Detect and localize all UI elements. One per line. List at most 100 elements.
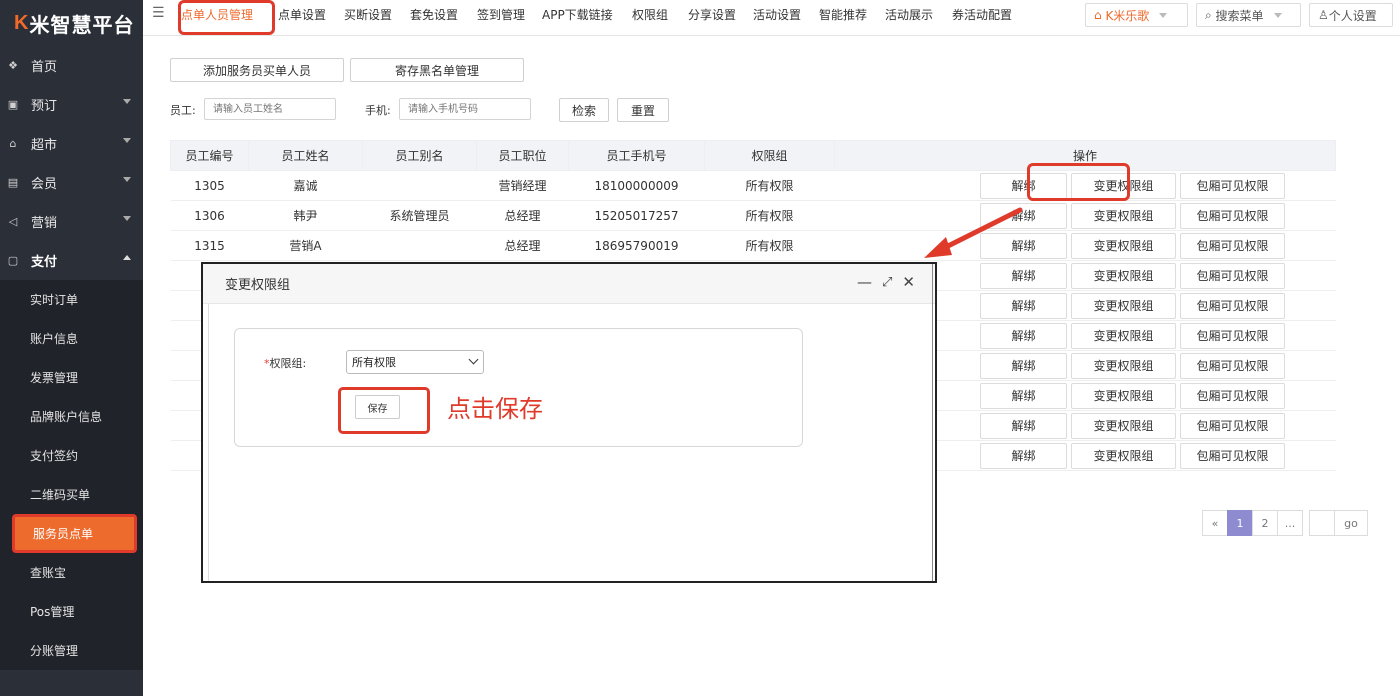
sidebar-item[interactable]: ▣ 预订 xyxy=(0,85,143,124)
permission-group-label: *权限组: xyxy=(264,355,306,371)
table-cell: 所有权限 xyxy=(704,170,835,201)
menu-toggle-icon[interactable]: ☰ xyxy=(152,5,165,21)
change-group-button[interactable]: 变更权限组 xyxy=(1071,232,1176,259)
sidebar-subitem[interactable]: 发票管理 xyxy=(0,358,143,397)
room-visibility-button[interactable]: 包厢可见权限 xyxy=(1180,442,1285,469)
top-tab[interactable]: 分享设置 xyxy=(688,6,736,23)
search-button[interactable]: 检索 xyxy=(559,98,609,122)
top-tab[interactable]: 套免设置 xyxy=(410,6,458,23)
sidebar-subitem[interactable]: 分账管理 xyxy=(0,631,143,670)
top-tab[interactable]: 权限组 xyxy=(632,6,668,23)
unbind-button[interactable]: 解绑 xyxy=(980,262,1067,289)
save-hint: 点击保存 xyxy=(447,395,543,423)
page-button[interactable]: 2 xyxy=(1252,510,1278,536)
change-group-button[interactable]: 变更权限组 xyxy=(1071,202,1176,229)
unbind-button[interactable]: 解绑 xyxy=(980,352,1067,379)
top-tab[interactable]: 签到管理 xyxy=(477,6,525,23)
sidebar-subitem[interactable]: 二维码买单 xyxy=(0,475,143,514)
sidebar-subitem[interactable]: 账户信息 xyxy=(0,319,143,358)
sidebar-subitem[interactable]: 服务员点单 xyxy=(12,514,137,553)
shop-icon: ⌂ xyxy=(9,137,17,150)
blacklist-button[interactable]: 寄存黑名单管理 xyxy=(350,58,524,82)
change-group-button[interactable]: 变更权限组 xyxy=(1071,382,1176,409)
top-tab[interactable]: APP下载链接 xyxy=(542,6,613,23)
room-visibility-button[interactable]: 包厢可见权限 xyxy=(1180,382,1285,409)
sidebar-subitem[interactable]: Pos管理 xyxy=(0,592,143,631)
change-group-button[interactable]: 变更权限组 xyxy=(1071,412,1176,439)
sidebar-item[interactable]: ❖ 首页 xyxy=(0,46,143,85)
menu-search[interactable]: ⌕ 搜索菜单 xyxy=(1196,3,1301,27)
unbind-button[interactable]: 解绑 xyxy=(980,412,1067,439)
sidebar-subitem[interactable]: 品牌账户信息 xyxy=(0,397,143,436)
top-tab[interactable]: 活动设置 xyxy=(753,6,801,23)
top-tab[interactable]: 买断设置 xyxy=(344,6,392,23)
save-button[interactable]: 保存 xyxy=(355,395,400,419)
page-jump-input[interactable] xyxy=(1309,510,1335,536)
top-tab[interactable]: 券活动配置 xyxy=(952,6,1012,23)
table-row: 1305 嘉诚 营销经理 18100000009 所有权限 解绑 变更权限组 包厢可见权限 xyxy=(170,170,1336,201)
sidebar-subitem[interactable]: 查账宝 xyxy=(0,553,143,592)
room-visibility-button[interactable]: 包厢可见权限 xyxy=(1180,412,1285,439)
change-group-button[interactable]: 变更权限组 xyxy=(1071,262,1176,289)
page-button[interactable]: 1 xyxy=(1227,510,1253,536)
room-visibility-button[interactable]: 包厢可见权限 xyxy=(1180,322,1285,349)
actions-cell: 解绑 变更权限组 包厢可见权限 xyxy=(834,200,1336,231)
unbind-button[interactable]: 解绑 xyxy=(980,382,1067,409)
minimize-icon[interactable]: — xyxy=(857,273,872,291)
phone-input[interactable] xyxy=(399,98,531,120)
table-cell: 韩尹 xyxy=(248,200,363,231)
col-header: 员工编号 xyxy=(170,140,249,171)
staff-name-input[interactable] xyxy=(204,98,336,120)
col-header: 员工职位 xyxy=(476,140,569,171)
table-cell: 系统管理员 xyxy=(362,200,477,231)
change-group-button[interactable]: 变更权限组 xyxy=(1071,292,1176,319)
room-visibility-button[interactable]: 包厢可见权限 xyxy=(1180,292,1285,319)
staff-filter-label: 员工: xyxy=(170,104,196,117)
sidebar-item[interactable]: ▢ 支付 xyxy=(0,241,143,280)
sidebar-subitem[interactable]: 支付签约 xyxy=(0,436,143,475)
maximize-icon[interactable]: ⤢ xyxy=(882,275,892,290)
unbind-button[interactable]: 解绑 xyxy=(980,322,1067,349)
change-group-button[interactable]: 变更权限组 xyxy=(1071,352,1176,379)
change-group-button[interactable]: 变更权限组 xyxy=(1071,442,1176,469)
unbind-button[interactable]: 解绑 xyxy=(980,442,1067,469)
sidebar-nav: ❖ 首页 ▣ 预订 ⌂ 超市 ▤ 会员 ◁ 营销 ▢ 支付 xyxy=(0,46,143,280)
table-cell: 营销A xyxy=(248,230,363,261)
table-cell: 营销经理 xyxy=(476,170,569,201)
store-selector[interactable]: ⌂ K米乐歌 xyxy=(1085,3,1188,27)
permission-group-select[interactable]: 所有权限 xyxy=(346,350,484,374)
sidebar-item[interactable]: ◁ 营销 xyxy=(0,202,143,241)
table-cell xyxy=(362,230,477,261)
top-tab[interactable]: 点单设置 xyxy=(278,6,326,23)
sidebar-item[interactable]: ⌂ 超市 xyxy=(0,124,143,163)
col-header: 员工手机号 xyxy=(568,140,705,171)
app-logo[interactable]: K 米智慧平台 xyxy=(0,0,143,46)
unbind-button[interactable]: 解绑 xyxy=(980,292,1067,319)
close-icon[interactable]: ✕ xyxy=(902,273,915,291)
table-cell: 15205017257 xyxy=(568,200,705,231)
sidebar-item-label: 营销 xyxy=(31,216,58,231)
personal-settings[interactable]: ♙ 个人设置 xyxy=(1309,3,1393,27)
add-staff-button[interactable]: 添加服务员买单人员 xyxy=(170,58,344,82)
room-visibility-button[interactable]: 包厢可见权限 xyxy=(1180,232,1285,259)
go-button[interactable]: go xyxy=(1334,510,1368,536)
wallet-icon: ▢ xyxy=(7,254,19,267)
table-cell: 所有权限 xyxy=(704,230,835,261)
room-visibility-button[interactable]: 包厢可见权限 xyxy=(1180,202,1285,229)
sidebar-item[interactable]: ▤ 会员 xyxy=(0,163,143,202)
top-tab[interactable]: 智能推荐 xyxy=(819,6,867,23)
room-visibility-button[interactable]: 包厢可见权限 xyxy=(1180,262,1285,289)
top-tab[interactable]: 活动展示 xyxy=(885,6,933,23)
search-icon: ⌕ xyxy=(1205,7,1216,22)
chevron-down-icon xyxy=(123,99,131,104)
change-group-button[interactable]: 变更权限组 xyxy=(1071,322,1176,349)
room-visibility-button[interactable]: 包厢可见权限 xyxy=(1180,172,1285,199)
sidebar-subitem[interactable]: 实时订单 xyxy=(0,280,143,319)
sidebar-item-label: 超市 xyxy=(31,138,58,153)
prev-page-button[interactable]: « xyxy=(1202,510,1228,536)
page-button[interactable]: ... xyxy=(1277,510,1303,536)
reset-button[interactable]: 重置 xyxy=(617,98,669,122)
room-visibility-button[interactable]: 包厢可见权限 xyxy=(1180,352,1285,379)
table-row: 1306 韩尹 系统管理员 总经理 15205017257 所有权限 解绑 变更权限组 包厢可见… xyxy=(170,200,1336,231)
menu-search-label: 搜索菜单 xyxy=(1215,8,1264,23)
